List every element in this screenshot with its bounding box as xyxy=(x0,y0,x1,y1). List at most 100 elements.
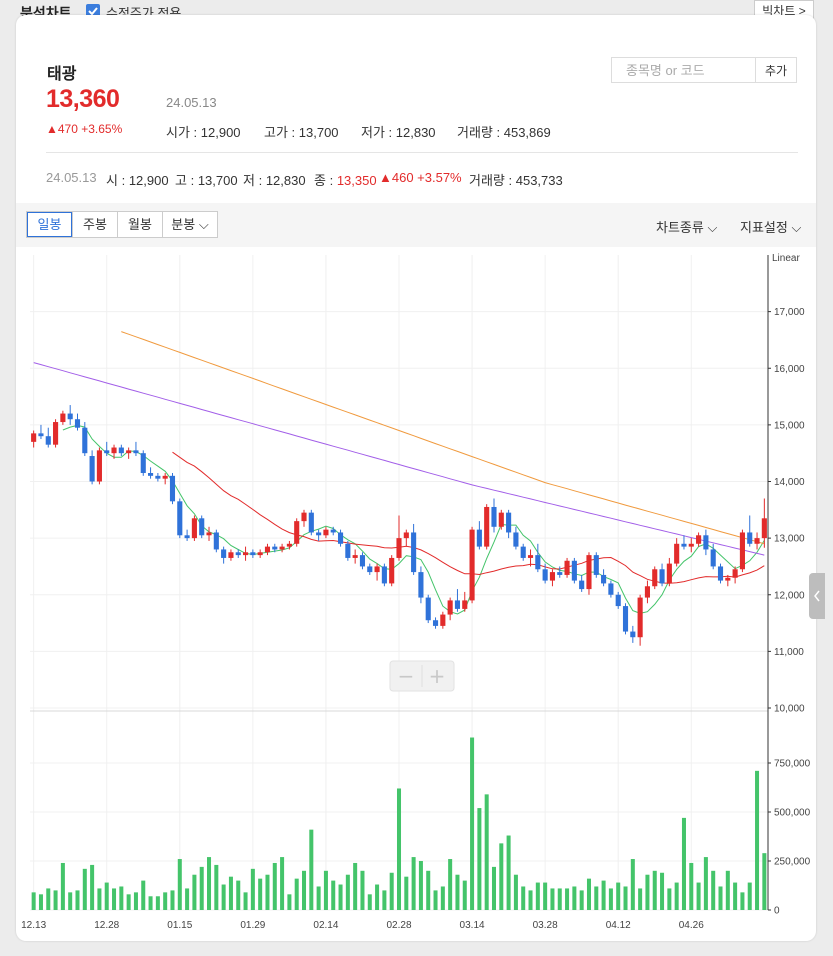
volume-bar xyxy=(528,890,533,910)
x-tick-label: 01.15 xyxy=(167,920,192,931)
side-panel-toggle[interactable] xyxy=(809,573,825,619)
volume-bar xyxy=(75,890,80,910)
candle-body xyxy=(89,456,95,482)
candle-body xyxy=(476,529,482,547)
volume-bar xyxy=(506,835,511,910)
volume-bar xyxy=(440,886,445,910)
price-tick-label: 16,000 xyxy=(774,364,805,375)
volume-bar xyxy=(572,886,577,910)
candle-body xyxy=(38,433,44,437)
scale-label: Linear xyxy=(772,253,800,264)
candle-body xyxy=(177,501,183,536)
candle-body xyxy=(367,566,373,573)
x-tick-label: 02.14 xyxy=(313,920,338,931)
candle-body xyxy=(316,532,322,536)
candle-body xyxy=(250,552,256,556)
candle-body xyxy=(557,572,563,575)
volume-bar xyxy=(163,892,168,910)
volume-bar xyxy=(192,874,197,910)
candle-body xyxy=(126,450,132,454)
volume-bar xyxy=(82,868,87,910)
volume-bar xyxy=(90,864,95,910)
volume-bar xyxy=(280,857,285,910)
candle-body xyxy=(696,535,702,544)
candle-body xyxy=(206,532,212,536)
candle-body xyxy=(491,506,497,527)
candle-body xyxy=(403,532,409,539)
candle-body xyxy=(221,549,227,558)
volume-bar xyxy=(177,859,182,910)
candle-body xyxy=(279,546,285,550)
ma5-line xyxy=(62,424,765,615)
volume-bar xyxy=(667,888,672,910)
candle-body xyxy=(513,532,519,547)
volume-bar xyxy=(31,892,36,910)
volume-bar xyxy=(323,870,328,910)
candle-body xyxy=(31,433,37,442)
candle-body xyxy=(498,512,504,527)
chart-panel: 태광 13,360 24.05.13 ▲470 +3.65% 시가 : 12,9… xyxy=(16,15,816,941)
candle-body xyxy=(462,600,468,609)
volume-bar xyxy=(404,876,409,910)
volume-bar xyxy=(470,737,475,910)
volume-tick-label: 500,000 xyxy=(774,808,811,819)
volume-bar xyxy=(645,874,650,910)
volume-bar xyxy=(733,882,738,910)
candle-body xyxy=(506,512,512,533)
candle-body xyxy=(484,506,490,547)
volume-bar xyxy=(594,886,599,910)
candle-body xyxy=(308,512,314,533)
volume-bar xyxy=(38,894,43,910)
candle-body xyxy=(644,586,650,598)
volume-bar xyxy=(579,890,584,910)
volume-bar xyxy=(652,870,657,910)
candle-body xyxy=(637,597,643,638)
volume-bar xyxy=(287,894,292,910)
volume-bar xyxy=(455,874,460,910)
candle-body xyxy=(53,422,59,445)
chevron-left-icon xyxy=(814,590,820,602)
candle-body xyxy=(710,549,716,567)
volume-bar xyxy=(375,884,380,910)
candle-body xyxy=(615,594,621,607)
volume-bar xyxy=(236,880,241,910)
candle-body xyxy=(264,546,271,553)
candle-body xyxy=(659,569,665,584)
zoom-controls: − + xyxy=(389,660,455,692)
volume-bar xyxy=(148,896,153,910)
candle-body xyxy=(601,574,607,584)
volume-bar xyxy=(616,882,621,910)
candle-body xyxy=(96,450,102,482)
volume-bar xyxy=(535,882,540,910)
volume-bar xyxy=(426,870,431,910)
volume-bar xyxy=(353,862,358,910)
candle-body xyxy=(688,543,694,547)
volume-bar xyxy=(389,872,394,910)
price-volume-chart[interactable]: Linear 10,000 11,000 12,000 13,000 14,000 15,0… xyxy=(16,15,816,941)
candle-body xyxy=(469,529,475,601)
volume-bar xyxy=(433,890,438,910)
candle-body xyxy=(549,572,556,581)
volume-tick-label: 250,000 xyxy=(774,857,811,868)
volume-bar xyxy=(747,882,752,910)
candle-body xyxy=(330,529,336,533)
volume-bar xyxy=(331,880,336,910)
candle-body xyxy=(45,436,51,445)
volume-bar xyxy=(265,874,270,910)
zoom-out-button[interactable]: − xyxy=(398,664,415,688)
volume-bar xyxy=(126,894,131,910)
candle-body xyxy=(374,566,380,573)
candle-body xyxy=(440,614,446,626)
candle-body xyxy=(535,555,541,570)
zoom-in-button[interactable]: + xyxy=(429,664,446,688)
volume-bar xyxy=(550,888,555,910)
candle-body xyxy=(593,555,599,575)
candle-body xyxy=(169,475,176,502)
volume-bar xyxy=(711,870,716,910)
candle-body xyxy=(184,535,190,539)
volume-bar xyxy=(119,886,124,910)
candle-body xyxy=(732,569,738,578)
volume-bar xyxy=(608,888,613,910)
candle-body xyxy=(622,606,629,632)
volume-bar xyxy=(638,888,643,910)
